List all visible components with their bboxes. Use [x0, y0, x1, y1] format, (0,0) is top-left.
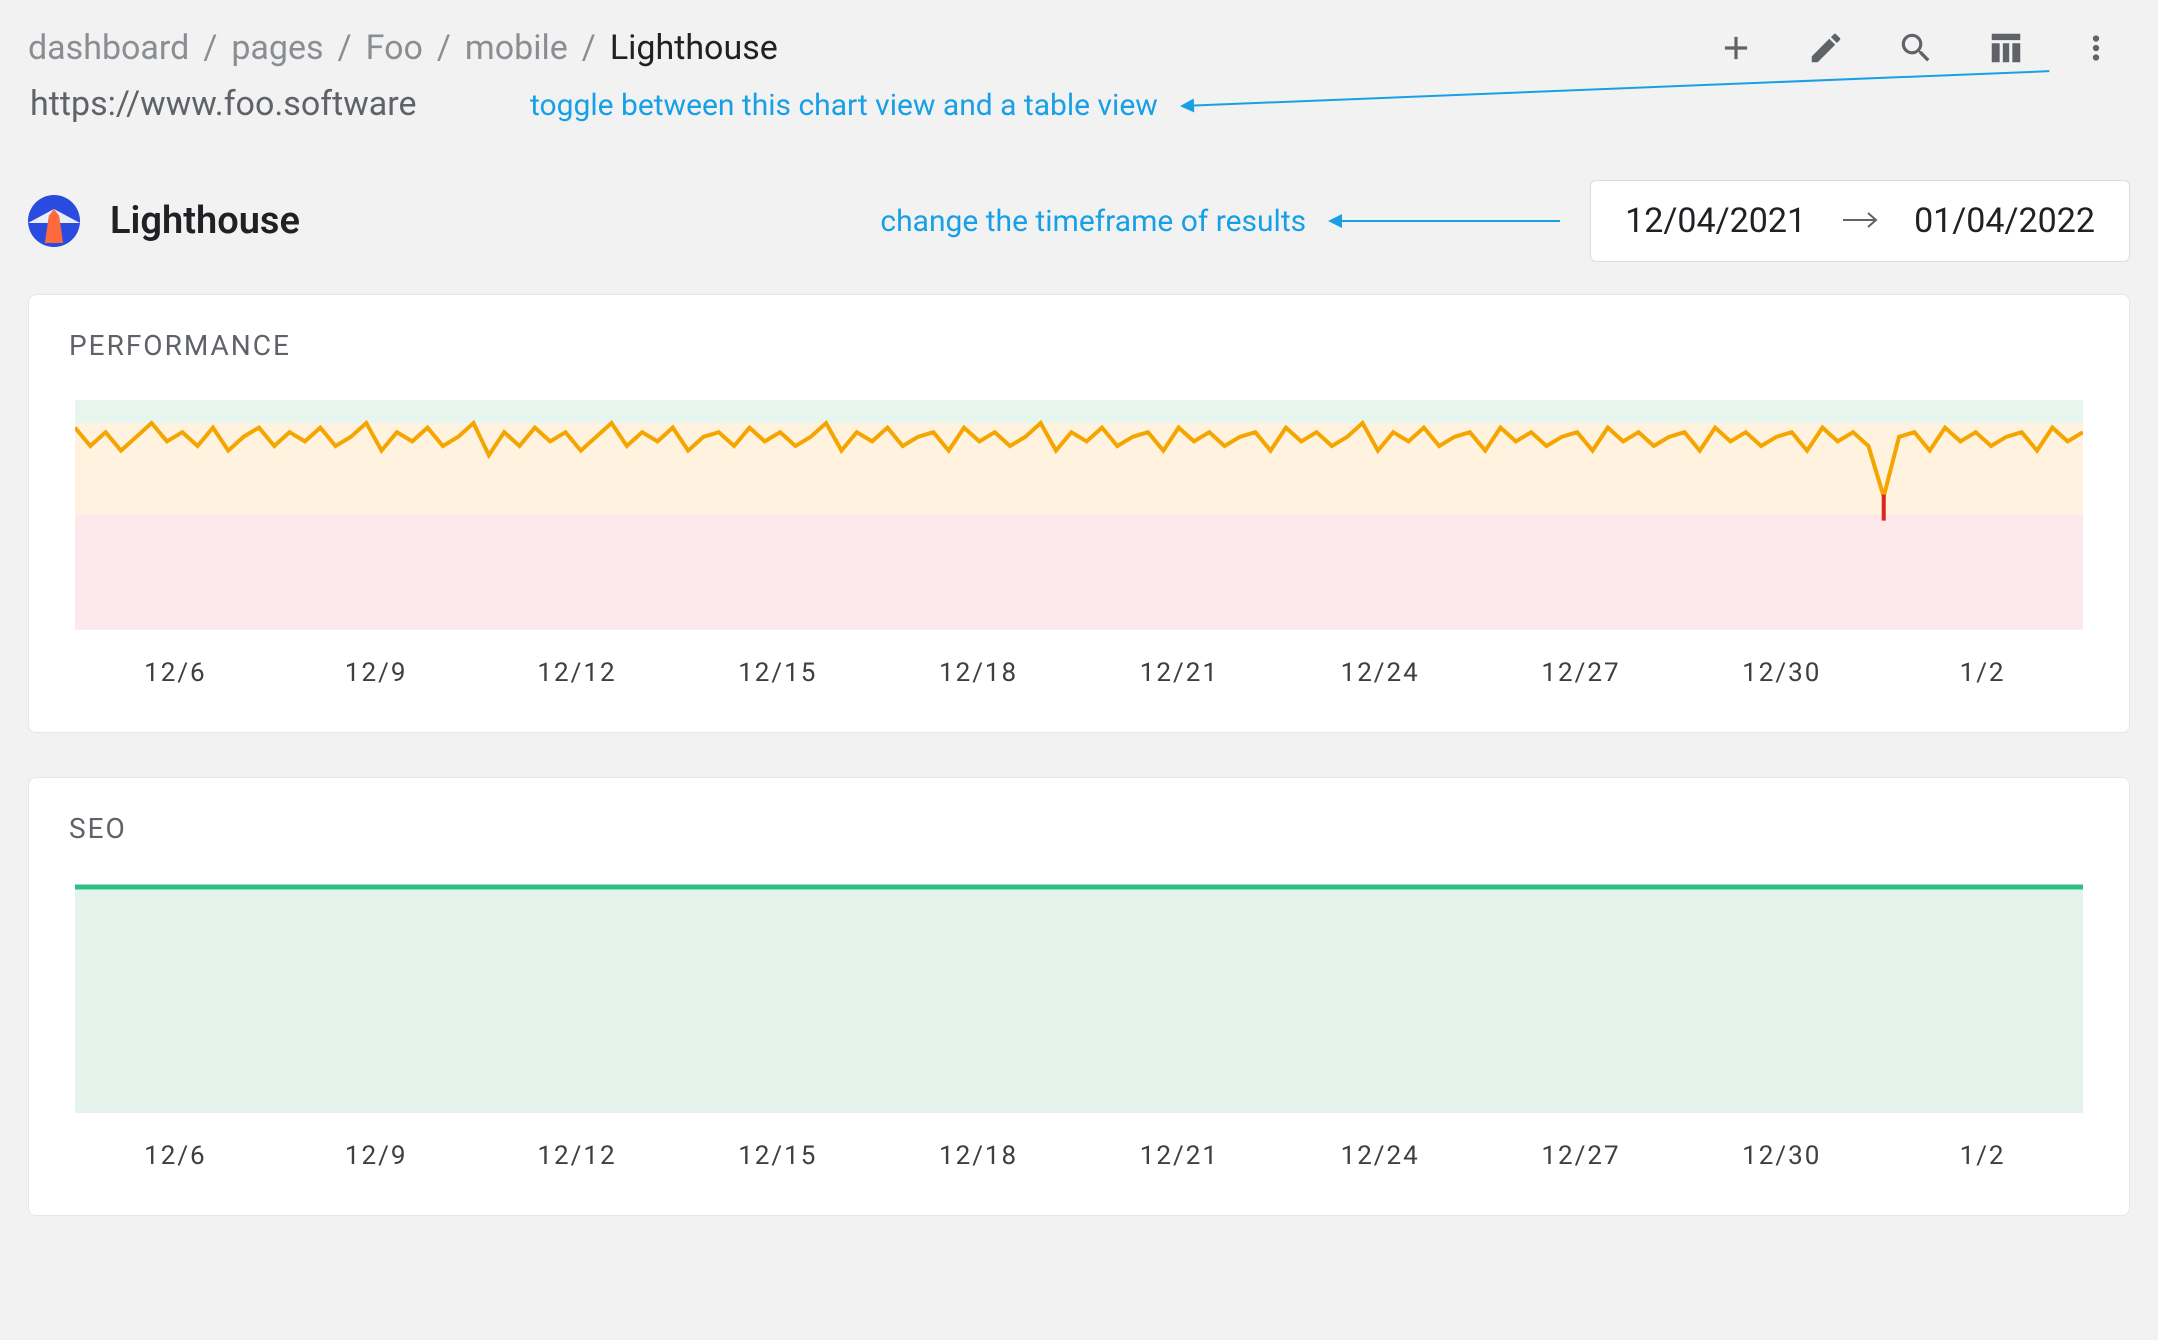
search-icon[interactable] [1896, 28, 1936, 68]
xaxis-tick: 12/12 [477, 658, 678, 688]
annotation-arrow [1330, 220, 1560, 222]
seo-card: SEO 12/6 12/9 12/12 12/15 12/18 12/21 12… [28, 777, 2130, 1216]
xaxis-tick: 12/18 [878, 658, 1079, 688]
breadcrumb-sep: / [203, 28, 217, 68]
annotation-toggle-view: toggle between this chart view and a tab… [530, 88, 2050, 123]
annotation-arrow [1182, 70, 2050, 107]
arrow-right-icon [1842, 201, 1878, 241]
date-range-from: 12/04/2021 [1625, 201, 1806, 241]
annotation-toggle-view-text: toggle between this chart view and a tab… [530, 88, 1158, 123]
annotation-change-timeframe: change the timeframe of results [880, 204, 1560, 239]
crumb-lighthouse: Lighthouse [610, 28, 778, 68]
date-range-picker[interactable]: 12/04/2021 01/04/2022 [1590, 180, 2130, 262]
xaxis-tick: 12/9 [276, 658, 477, 688]
seo-chart[interactable] [75, 883, 2083, 1113]
table-view-icon[interactable] [1986, 28, 2026, 68]
xaxis-tick: 12/24 [1280, 658, 1481, 688]
xaxis-tick: 12/30 [1681, 658, 1882, 688]
xaxis-tick: 12/27 [1481, 1141, 1682, 1171]
crumb-mobile[interactable]: mobile [465, 28, 568, 68]
breadcrumb-sep: / [338, 28, 352, 68]
seo-title: SEO [69, 812, 2101, 845]
xaxis-tick: 12/27 [1481, 658, 1682, 688]
performance-title: PERFORMANCE [69, 329, 2101, 362]
xaxis-tick: 12/18 [878, 1141, 1079, 1171]
xaxis-tick: 12/6 [75, 1141, 276, 1171]
xaxis-tick: 12/21 [1079, 1141, 1280, 1171]
breadcrumb-sep: / [437, 28, 451, 68]
lighthouse-icon [28, 195, 80, 247]
crumb-dashboard[interactable]: dashboard [28, 28, 189, 68]
more-icon[interactable] [2076, 28, 2116, 68]
add-icon[interactable] [1716, 28, 1756, 68]
xaxis-tick: 12/30 [1681, 1141, 1882, 1171]
date-range-to: 01/04/2022 [1914, 201, 2095, 241]
xaxis-tick: 12/24 [1280, 1141, 1481, 1171]
breadcrumb: dashboard / pages / Foo / mobile / Light… [28, 28, 778, 68]
crumb-pages[interactable]: pages [231, 28, 323, 68]
edit-icon[interactable] [1806, 28, 1846, 68]
breadcrumb-sep: / [582, 28, 596, 68]
xaxis-tick: 12/12 [477, 1141, 678, 1171]
performance-chart[interactable] [75, 400, 2083, 630]
xaxis-tick: 12/9 [276, 1141, 477, 1171]
seo-xaxis: 12/6 12/9 12/12 12/15 12/18 12/21 12/24 … [75, 1141, 2083, 1171]
performance-xaxis: 12/6 12/9 12/12 12/15 12/18 12/21 12/24 … [75, 658, 2083, 688]
xaxis-tick: 1/2 [1882, 1141, 2083, 1171]
top-actions [1716, 28, 2130, 68]
xaxis-tick: 12/21 [1079, 658, 1280, 688]
crumb-foo[interactable]: Foo [366, 28, 423, 68]
xaxis-tick: 12/15 [677, 1141, 878, 1171]
xaxis-tick: 12/6 [75, 658, 276, 688]
performance-card: PERFORMANCE 12/6 12/9 12/12 12/15 12/18 … [28, 294, 2130, 733]
section-title: Lighthouse [110, 199, 300, 243]
xaxis-tick: 12/15 [677, 658, 878, 688]
annotation-change-timeframe-text: change the timeframe of results [880, 204, 1306, 239]
xaxis-tick: 1/2 [1882, 658, 2083, 688]
